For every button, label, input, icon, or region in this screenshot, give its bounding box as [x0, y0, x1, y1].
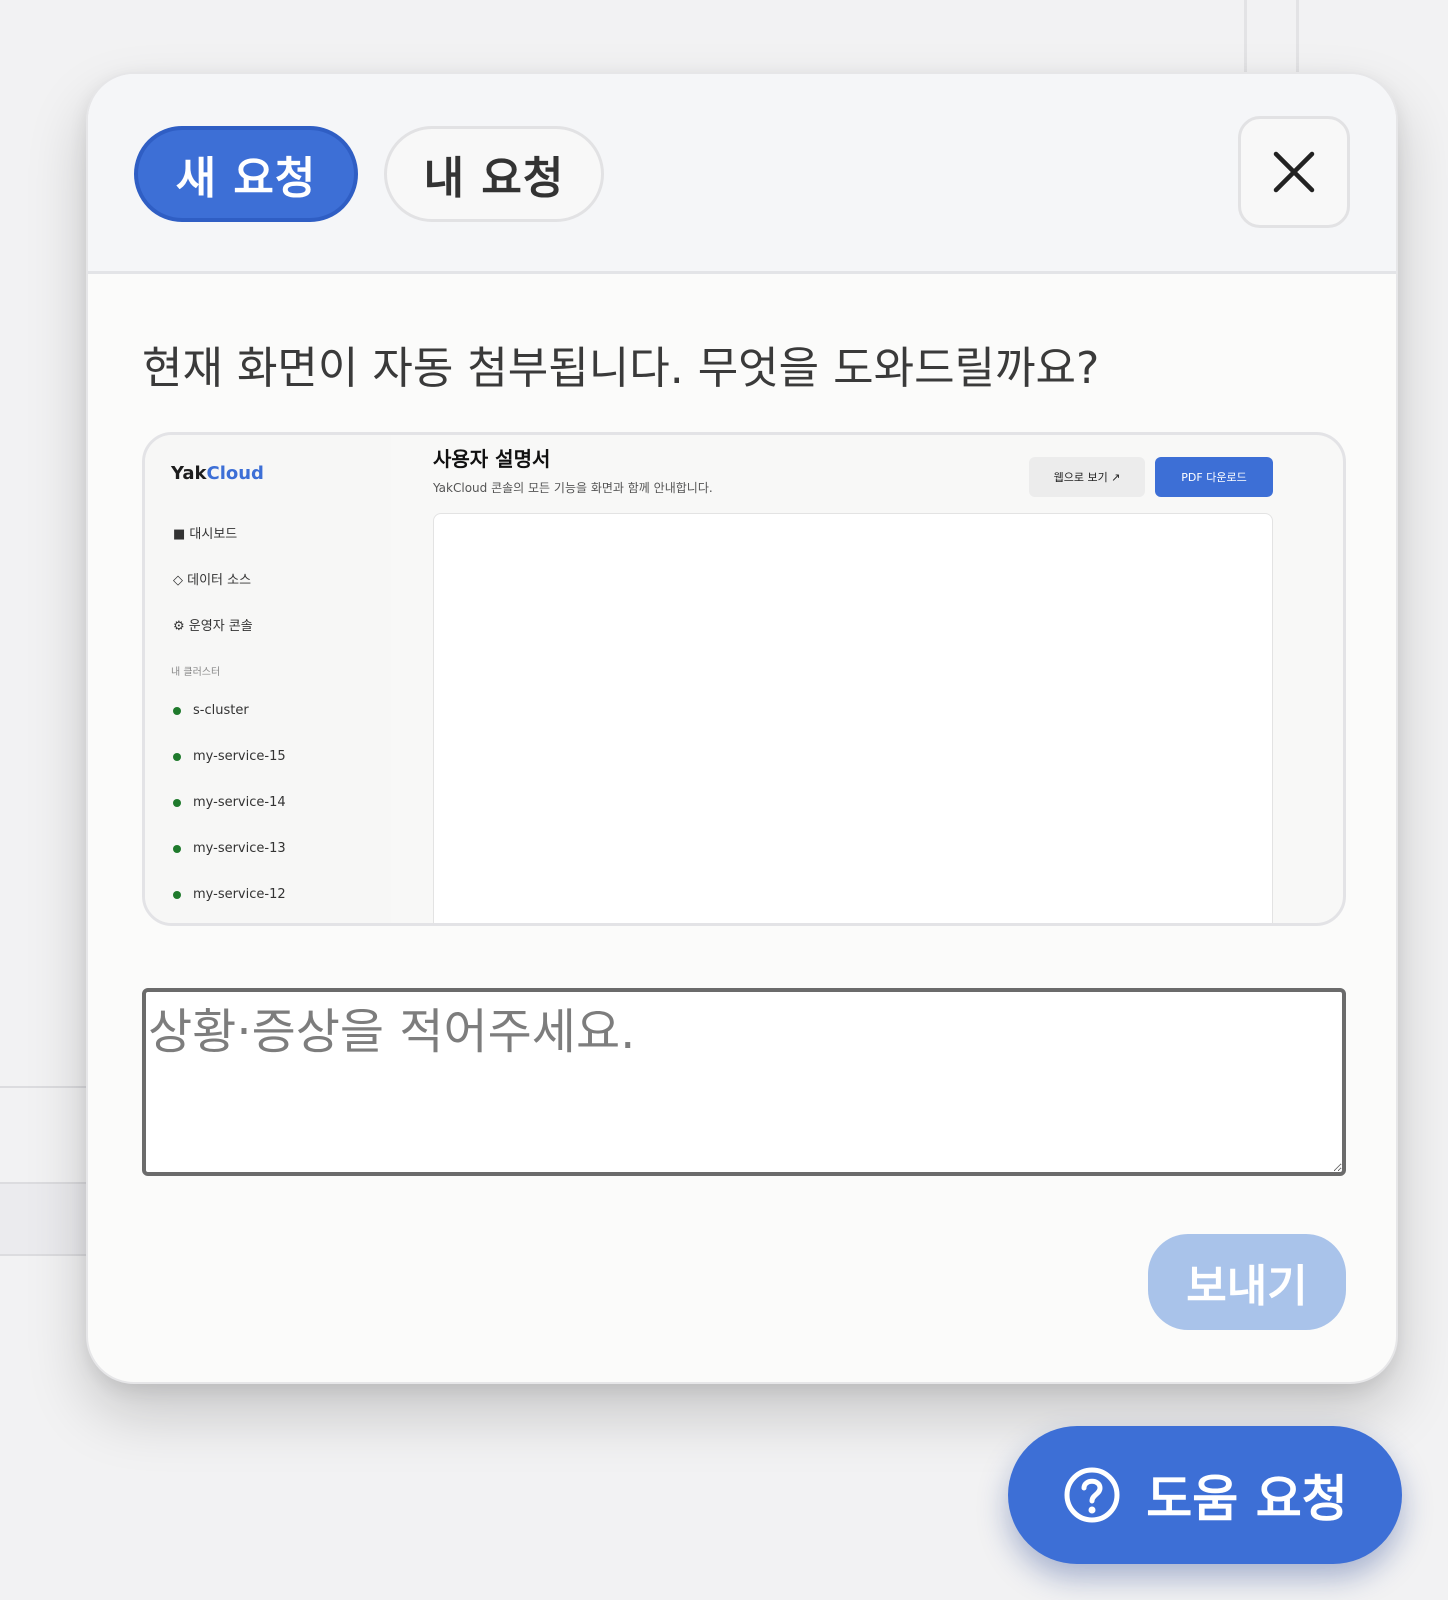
- preview-cluster-item: my-service-14: [173, 795, 286, 810]
- preview-cluster-item: s-cluster: [173, 703, 249, 718]
- close-icon: [1273, 151, 1315, 193]
- preview-section-label: 내 클러스터: [171, 667, 221, 678]
- auto-attach-notice: 현재 화면이 자동 첨부됩니다. 무엇을 도와드릴까요?: [142, 343, 1100, 394]
- status-dot-icon: [173, 706, 181, 715]
- background-divider: [1244, 0, 1247, 80]
- status-dot-icon: [173, 844, 181, 853]
- preview-web-view-button: 웹으로 보기 ↗: [1029, 457, 1145, 497]
- preview-nav-dashboard: ■ 대시보드: [173, 527, 238, 542]
- panel-header: 새 요청 내 요청: [88, 74, 1396, 274]
- background-divider: [0, 1086, 86, 1088]
- tab-new-request[interactable]: 새 요청: [134, 126, 358, 222]
- close-button[interactable]: [1238, 116, 1350, 228]
- preview-document-area: [433, 513, 1273, 923]
- preview-subtitle: YakCloud 콘솔의 모든 기능을 화면과 함께 안내합니다.: [433, 481, 713, 495]
- description-field-wrapper: [142, 988, 1346, 1176]
- preview-logo: YakCloud: [171, 463, 264, 484]
- screenshot-preview: YakCloud ■ 대시보드 ◇ 데이터 소스 ⚙ 운영자 콘솔 내 클러스터…: [142, 432, 1346, 926]
- help-request-button[interactable]: 도움 요청: [1008, 1426, 1402, 1564]
- preview-cluster-item: my-service-15: [173, 749, 286, 764]
- description-textarea[interactable]: [142, 988, 1346, 1176]
- tab-my-requests[interactable]: 내 요청: [384, 126, 604, 222]
- help-request-panel: 새 요청 내 요청 현재 화면이 자동 첨부됩니다. 무엇을 도와드릴까요? Y…: [86, 72, 1398, 1384]
- preview-pdf-download-button: PDF 다운로드: [1155, 457, 1273, 497]
- status-dot-icon: [173, 752, 181, 761]
- background-row: [0, 1182, 86, 1256]
- preview-cluster-item: my-service-12: [173, 887, 286, 902]
- preview-sidebar: YakCloud ■ 대시보드 ◇ 데이터 소스 ⚙ 운영자 콘솔 내 클러스터…: [145, 435, 391, 923]
- preview-title: 사용자 설명서: [433, 447, 551, 471]
- question-circle-icon: [1064, 1467, 1120, 1523]
- background-divider: [1296, 0, 1299, 80]
- preview-nav-operator-console: ⚙ 운영자 콘솔: [173, 619, 253, 634]
- help-request-label: 도움 요청: [1146, 1470, 1348, 1528]
- send-button[interactable]: 보내기: [1148, 1234, 1346, 1330]
- preview-nav-data-source: ◇ 데이터 소스: [173, 573, 252, 588]
- preview-cluster-item: my-service-13: [173, 841, 286, 856]
- status-dot-icon: [173, 890, 181, 899]
- status-dot-icon: [173, 798, 181, 807]
